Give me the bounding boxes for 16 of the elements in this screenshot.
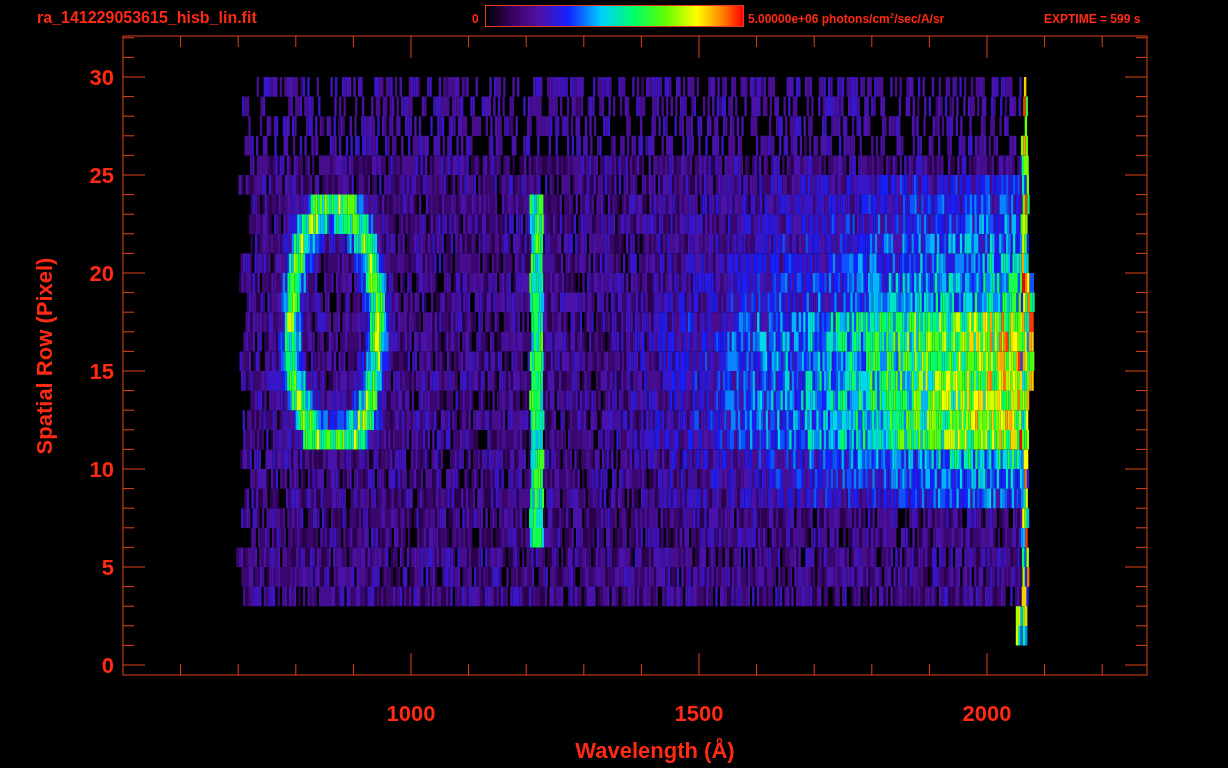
x-tick-label: 2000: [962, 701, 1012, 726]
y-tick-label: 10: [89, 457, 114, 482]
y-tick-label: 5: [101, 555, 114, 580]
exposure-time-label: EXPTIME = 599 s: [1044, 12, 1141, 26]
colorbar-min-label: 0: [472, 12, 479, 26]
x-axis-label: Wavelength (Å): [575, 738, 735, 763]
y-tick-label: 30: [89, 65, 114, 90]
x-tick-label: 1000: [386, 701, 436, 726]
file-title: ra_141229053615_hisb_lin.fit: [37, 9, 257, 27]
y-tick-label: 15: [89, 359, 114, 384]
y-tick-label: 25: [89, 163, 114, 188]
x-tick-label: 1500: [674, 701, 724, 726]
y-tick-label: 20: [89, 261, 114, 286]
y-tick-label: 0: [101, 653, 114, 678]
y-axis-label: Spatial Row (Pixel): [32, 257, 57, 455]
colorbar-max-label: 5.00000e+06 photons/cm$^{2}$/sec/A/sr: [748, 12, 945, 26]
